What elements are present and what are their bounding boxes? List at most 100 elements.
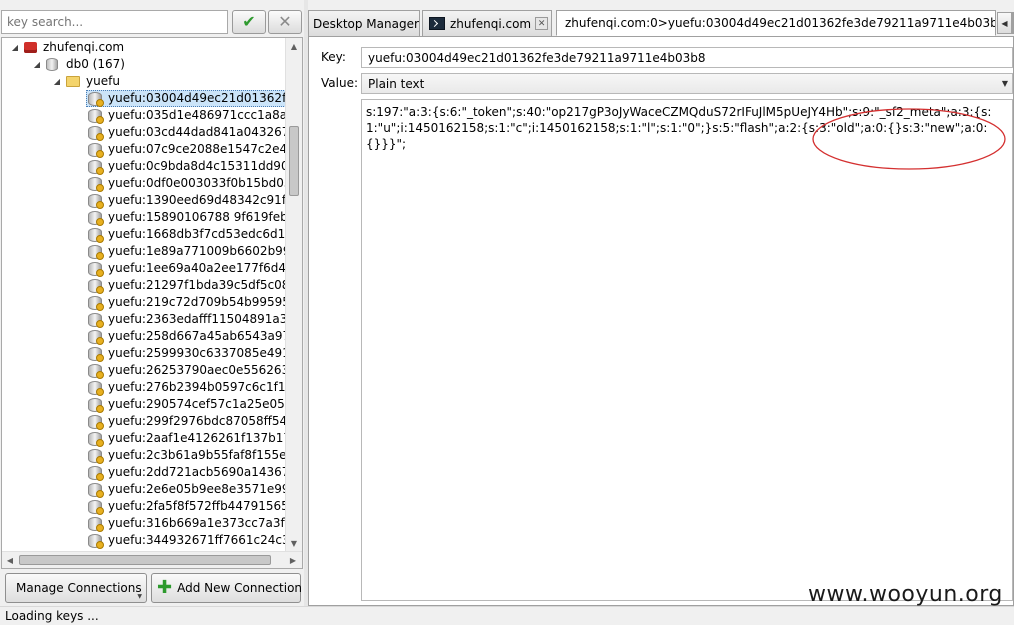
- tab-key-viewer[interactable]: zhufenqi.com:0>yuefu:03004d49ec21d01362f…: [556, 10, 996, 36]
- tree-key-item[interactable]: yuefu:344932671ff7661c24c3de: [86, 532, 286, 549]
- status-bar: Loading keys ...: [0, 606, 1014, 625]
- tree-key-item[interactable]: yuefu:299f2976bdc87058ff540f1: [86, 413, 286, 430]
- tree-key-item[interactable]: yuefu:2dd721acb5690a14367c7: [86, 464, 286, 481]
- string-key-icon: [88, 210, 104, 226]
- tree-key-item[interactable]: yuefu:219c72d709b54b995959b: [86, 294, 286, 311]
- editor-pane: Desktop Manager zhufenqi.com ✕ zhufenqi.…: [308, 0, 1014, 606]
- collapse-arrow-icon[interactable]: ◢: [32, 56, 42, 73]
- connections-pane: ✔ ✕ ◢ zhufenqi.com ◢ db0 (167) ◢ yuefu y…: [0, 0, 304, 606]
- collapse-arrow-icon[interactable]: ◢: [10, 39, 20, 56]
- tree-key-item[interactable]: yuefu:2e6e05b9ee8e3571e99df: [86, 481, 286, 498]
- string-key-icon: [88, 278, 104, 294]
- tree-key-item[interactable]: yuefu:2c3b61a9b55faf8f155e192: [86, 447, 286, 464]
- tree-key-item[interactable]: yuefu:258d667a45ab6543a978a: [86, 328, 286, 345]
- tree-key-item[interactable]: yuefu:035d1e486971ccc1a8aa0: [86, 107, 286, 124]
- key-label: yuefu:276b2394b0597c6c1f1bf4: [108, 380, 286, 394]
- scroll-right-icon[interactable]: ▶: [285, 552, 301, 568]
- tree-key-item[interactable]: yuefu:15890106788 9f619febcdd: [86, 209, 286, 226]
- keys-tree-view: ◢ zhufenqi.com ◢ db0 (167) ◢ yuefu yuefu…: [1, 37, 303, 569]
- tree-content: ◢ zhufenqi.com ◢ db0 (167) ◢ yuefu yuefu…: [2, 38, 286, 551]
- tree-key-item[interactable]: yuefu:0df0e003033f0b15bd036e: [86, 175, 286, 192]
- string-key-icon: [88, 380, 104, 396]
- manage-connections-button[interactable]: Manage Connections ▼: [5, 573, 147, 603]
- key-label: yuefu:1ee69a40a2ee177f6d4b3: [108, 261, 286, 275]
- key-label: yuefu:1390eed69d48342c91f76a: [108, 193, 286, 207]
- key-label: yuefu:2363edafff11504891a3b24: [108, 312, 286, 326]
- server-name: zhufenqi.com: [43, 40, 125, 54]
- key-name-value: yuefu:03004d49ec21d01362fe3de79211a9711e…: [368, 50, 706, 65]
- key-label: yuefu:316b669a1e373cc7a3f50e: [108, 516, 286, 530]
- string-key-icon: [88, 346, 104, 362]
- string-key-icon: [88, 142, 104, 158]
- close-tab-icon[interactable]: ✕: [535, 17, 549, 30]
- string-key-icon: [88, 431, 104, 447]
- tree-key-item[interactable]: yuefu:1e89a771009b6602b990f: [86, 243, 286, 260]
- string-key-icon: [88, 448, 104, 464]
- tree-key-item[interactable]: yuefu:1390eed69d48342c91f76a: [86, 192, 286, 209]
- value-format-select[interactable]: Plain text ▼: [361, 73, 1013, 94]
- value-text: s:197:"a:3:{s:6:"_token";s:40:"op217gP3o…: [366, 105, 992, 151]
- dropdown-caret-icon: ▼: [137, 593, 142, 600]
- key-label: yuefu:21297f1bda39c5df5c0809: [108, 278, 286, 292]
- value-format-current: Plain text: [368, 76, 425, 91]
- watermark: www.wooyun.org: [808, 582, 1003, 607]
- tree-key-item[interactable]: yuefu:1ee69a40a2ee177f6d4b3: [86, 260, 286, 277]
- chevron-down-icon: ▼: [1001, 79, 1008, 88]
- tree-key-item[interactable]: yuefu:2599930c6337085e4913a: [86, 345, 286, 362]
- tree-vertical-scrollbar[interactable]: ▲ ▼: [285, 38, 302, 551]
- tab-scroll-left-button[interactable]: ◀: [997, 12, 1012, 34]
- tree-node-database[interactable]: ◢ db0 (167): [32, 56, 125, 73]
- key-label: yuefu:2aaf1e4126261f137b17ef: [108, 431, 286, 445]
- add-new-connection-button[interactable]: ✚ Add New Connection: [151, 573, 303, 603]
- tab-server-console[interactable]: zhufenqi.com ✕: [422, 10, 552, 36]
- search-clear-button[interactable]: ✕: [268, 10, 302, 34]
- tab-desktop-manager[interactable]: Desktop Manager: [308, 10, 420, 36]
- string-key-icon: [88, 176, 104, 192]
- key-label: yuefu:2fa5f8f572ffb44791565eb9: [108, 499, 286, 513]
- string-key-icon: [88, 397, 104, 413]
- value-text-area[interactable]: s:197:"a:3:{s:6:"_token";s:40:"op217gP3o…: [361, 99, 1013, 601]
- key-label: yuefu:2e6e05b9ee8e3571e99df: [108, 482, 286, 496]
- vertical-scrollbar-thumb[interactable]: [289, 126, 299, 196]
- scroll-left-icon[interactable]: ◀: [2, 552, 18, 568]
- add-connection-label: Add New Connection: [177, 581, 303, 595]
- tree-key-item[interactable]: yuefu:2fa5f8f572ffb44791565eb9: [86, 498, 286, 515]
- key-list: yuefu:03004d49ec21d01362fe3de79211a9711e…: [86, 90, 286, 549]
- key-label: yuefu:035d1e486971ccc1a8aa0: [108, 108, 286, 122]
- scroll-down-icon[interactable]: ▼: [286, 535, 302, 551]
- key-name-field[interactable]: yuefu:03004d49ec21d01362fe3de79211a9711e…: [361, 47, 1013, 68]
- horizontal-scrollbar-thumb[interactable]: [19, 555, 271, 565]
- tree-key-item[interactable]: yuefu:07c9ce2088e1547c2e40d: [86, 141, 286, 158]
- tree-node-namespace[interactable]: ◢ yuefu: [52, 73, 120, 90]
- key-label: yuefu:2dd721acb5690a14367c7: [108, 465, 286, 479]
- string-key-icon: [88, 193, 104, 209]
- key-editor: Key: yuefu:03004d49ec21d01362fe3de79211a…: [308, 36, 1014, 606]
- key-search-input[interactable]: [1, 10, 228, 34]
- tree-key-item[interactable]: yuefu:0c9bda8d4c15311dd9032: [86, 158, 286, 175]
- tree-key-item[interactable]: yuefu:03cd44dad841a04326757: [86, 124, 286, 141]
- string-key-icon: [88, 329, 104, 345]
- search-apply-button[interactable]: ✔: [232, 10, 266, 34]
- tree-node-server[interactable]: ◢ zhufenqi.com: [10, 39, 124, 56]
- tree-key-item[interactable]: yuefu:316b669a1e373cc7a3f50e: [86, 515, 286, 532]
- tree-key-item[interactable]: yuefu:1668db3f7cd53edc6d176e: [86, 226, 286, 243]
- key-label: yuefu:1e89a771009b6602b990f: [108, 244, 286, 258]
- tree-key-item[interactable]: yuefu:276b2394b0597c6c1f1bf4: [86, 379, 286, 396]
- key-label: yuefu:0df0e003033f0b15bd036e: [108, 176, 286, 190]
- key-label: yuefu:1668db3f7cd53edc6d176e: [108, 227, 286, 241]
- tree-key-item[interactable]: yuefu:21297f1bda39c5df5c0809: [86, 277, 286, 294]
- tree-horizontal-scrollbar[interactable]: ◀ ▶: [2, 551, 302, 568]
- scroll-up-icon[interactable]: ▲: [286, 38, 302, 54]
- string-key-icon: [88, 159, 104, 175]
- tree-key-item[interactable]: yuefu:2363edafff11504891a3b24: [86, 311, 286, 328]
- key-label: yuefu:2c3b61a9b55faf8f155e192: [108, 448, 286, 462]
- tree-key-item[interactable]: yuefu:290574cef57c1a25e0592a: [86, 396, 286, 413]
- tree-key-item[interactable]: yuefu:03004d49ec21d01362fe3de79211a9711e…: [86, 90, 286, 107]
- tab-label: zhufenqi.com: [450, 16, 532, 31]
- collapse-arrow-icon[interactable]: ◢: [52, 73, 62, 90]
- key-label: yuefu:15890106788 9f619febcdd: [108, 210, 286, 224]
- tab-bar: Desktop Manager zhufenqi.com ✕ zhufenqi.…: [308, 10, 1014, 36]
- tree-key-item[interactable]: yuefu:2aaf1e4126261f137b17ef: [86, 430, 286, 447]
- string-key-icon: [88, 244, 104, 260]
- tree-key-item[interactable]: yuefu:26253790aec0e5562639c: [86, 362, 286, 379]
